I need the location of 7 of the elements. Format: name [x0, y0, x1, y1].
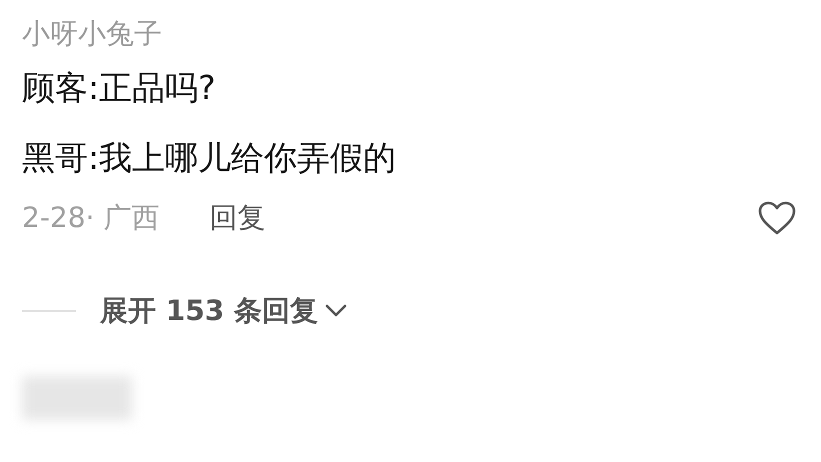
comment-text: 黑哥:我上哪儿给你弄假的	[22, 138, 396, 178]
heart-icon[interactable]	[757, 200, 797, 236]
reply-link[interactable]: 回复	[209, 199, 266, 237]
chevron-down-icon[interactable]	[324, 303, 348, 319]
comment-text: 顾客:正品吗?	[22, 68, 216, 108]
comment-date-location: 2-28· 广西	[22, 200, 160, 236]
expand-replies-link[interactable]: 展开 153 条回复	[100, 292, 318, 330]
